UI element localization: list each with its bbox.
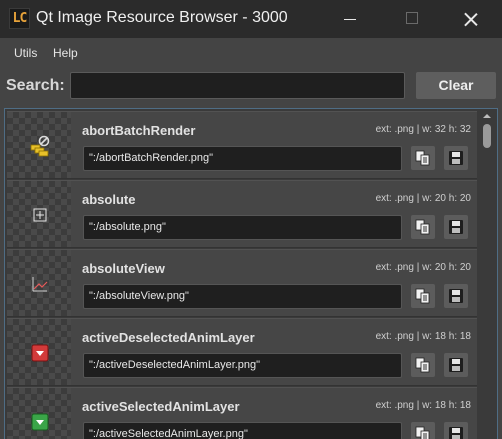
copy-icon (415, 288, 430, 304)
menu-help[interactable]: Help (53, 46, 78, 60)
copy-path-button[interactable] (411, 422, 435, 439)
active-deselected-anim-layer-icon (31, 344, 49, 362)
resource-meta: ext: .png | w: 20 h: 20 (375, 262, 471, 273)
image-preview (7, 319, 71, 385)
search-label: Search: (6, 77, 65, 94)
resource-meta: ext: .png | w: 32 h: 32 (375, 124, 471, 135)
save-image-button[interactable] (444, 422, 468, 439)
image-preview (7, 112, 71, 178)
resource-name: activeSelectedAnimLayer (82, 399, 240, 414)
close-icon[interactable] (451, 6, 491, 32)
image-preview (7, 250, 71, 316)
window-title: Qt Image Resource Browser - 3000 (36, 9, 288, 26)
copy-icon (415, 219, 430, 235)
save-image-button[interactable] (444, 284, 468, 308)
copy-path-button[interactable] (411, 284, 435, 308)
minimize-icon[interactable] (330, 6, 370, 32)
floppy-disk-icon (449, 151, 463, 165)
menu-utils[interactable]: Utils (14, 46, 37, 60)
image-preview (7, 388, 71, 439)
resource-name: absolute (82, 192, 136, 207)
resource-list-frame: abortBatchRender ext: .png | w: 32 h: 32… (4, 108, 498, 439)
menu-bar: Utils Help (0, 38, 502, 68)
save-image-button[interactable] (444, 146, 468, 170)
list-item: absolute ext: .png | w: 20 h: 20 ":/abso… (7, 180, 477, 248)
vertical-scrollbar[interactable] (480, 111, 494, 439)
resource-meta: ext: .png | w: 18 h: 18 (375, 400, 471, 411)
resource-name: abortBatchRender (82, 123, 196, 138)
scroll-up-arrow-icon[interactable] (483, 114, 491, 118)
abort-batch-render-icon (30, 135, 50, 157)
absolute-view-icon (32, 277, 48, 292)
resource-path-field[interactable]: ":/absolute.png" (83, 215, 402, 240)
copy-path-button[interactable] (411, 353, 435, 377)
resource-path-field[interactable]: ":/abortBatchRender.png" (83, 146, 402, 171)
floppy-disk-icon (449, 358, 463, 372)
copy-icon (415, 426, 430, 439)
app-logo: LC (9, 8, 30, 29)
resource-meta: ext: .png | w: 18 h: 18 (375, 331, 471, 342)
save-image-button[interactable] (444, 353, 468, 377)
title-bar: LC Qt Image Resource Browser - 3000 (0, 0, 502, 38)
active-selected-anim-layer-icon (31, 413, 49, 431)
maximize-icon[interactable] (392, 6, 432, 32)
copy-icon (415, 150, 430, 166)
image-preview (7, 181, 71, 247)
resource-path-field[interactable]: ":/activeDeselectedAnimLayer.png" (83, 353, 402, 378)
search-input[interactable] (70, 72, 405, 99)
copy-path-button[interactable] (411, 215, 435, 239)
resource-name: absoluteView (82, 261, 165, 276)
save-image-button[interactable] (444, 215, 468, 239)
absolute-icon (33, 208, 47, 222)
scrollbar-thumb[interactable] (483, 124, 491, 148)
floppy-disk-icon (449, 289, 463, 303)
list-item: activeDeselectedAnimLayer ext: .png | w:… (7, 318, 477, 386)
floppy-disk-icon (449, 427, 463, 439)
resource-meta: ext: .png | w: 20 h: 20 (375, 193, 471, 204)
copy-icon (415, 357, 430, 373)
resource-name: activeDeselectedAnimLayer (82, 330, 255, 345)
resource-path-field[interactable]: ":/absoluteView.png" (83, 284, 402, 309)
resource-path-field[interactable]: ":/activeSelectedAnimLayer.png" (83, 422, 402, 439)
floppy-disk-icon (449, 220, 463, 234)
list-item: abortBatchRender ext: .png | w: 32 h: 32… (7, 111, 477, 179)
clear-button[interactable]: Clear (416, 72, 496, 99)
list-item: absoluteView ext: .png | w: 20 h: 20 ":/… (7, 249, 477, 317)
copy-path-button[interactable] (411, 146, 435, 170)
list-item: activeSelectedAnimLayer ext: .png | w: 1… (7, 387, 477, 439)
